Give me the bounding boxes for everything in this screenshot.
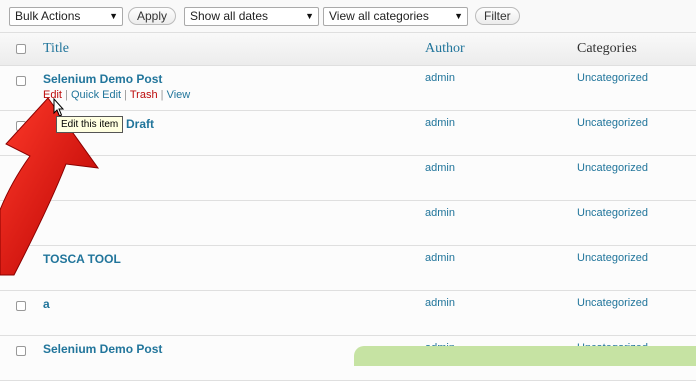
post-title-link[interactable]: Selenium Demo Post [43, 72, 162, 86]
author-link[interactable]: admin [425, 162, 455, 174]
date-filter-select[interactable]: Show all dates ▼ [184, 7, 319, 26]
view-link[interactable]: View [167, 89, 191, 101]
column-author-header[interactable]: Author [425, 41, 465, 57]
filter-button[interactable]: Filter [475, 7, 520, 25]
category-link[interactable]: Uncategorized [577, 72, 648, 84]
row-checkbox[interactable] [16, 76, 26, 86]
apply-button[interactable]: Apply [128, 7, 177, 25]
tooltip: Edit this item [56, 116, 124, 133]
post-title-link[interactable]: a [43, 297, 50, 311]
author-link[interactable]: admin [425, 117, 455, 129]
table-header: Title Author Categories [0, 33, 696, 66]
author-link[interactable]: admin [425, 297, 455, 309]
mouse-pointer-icon [53, 98, 65, 117]
banner-overlay [354, 346, 696, 366]
date-filter-value: Show all dates [190, 9, 269, 23]
chevron-down-icon: ▼ [305, 11, 314, 21]
row-checkbox[interactable] [16, 301, 26, 311]
post-title-link[interactable]: Selenium Demo Post [43, 342, 162, 356]
table-row: a admin Uncategorized [0, 291, 696, 336]
category-link[interactable]: Uncategorized [577, 207, 648, 219]
category-link[interactable]: Uncategorized [577, 252, 648, 264]
select-all-checkbox[interactable] [16, 44, 26, 54]
author-link[interactable]: admin [425, 252, 455, 264]
chevron-down-icon: ▼ [454, 11, 463, 21]
category-link[interactable]: Uncategorized [577, 117, 648, 129]
category-filter-select[interactable]: View all categories ▼ [323, 7, 468, 26]
column-categories-header: Categories [577, 41, 637, 56]
category-filter-value: View all categories [329, 9, 429, 23]
post-title-link[interactable]: Draft [126, 117, 154, 131]
trash-link[interactable]: Trash [130, 89, 158, 101]
category-link[interactable]: Uncategorized [577, 297, 648, 309]
chevron-down-icon: ▼ [109, 11, 118, 21]
column-title-header[interactable]: Title [43, 41, 69, 57]
bulk-actions-value: Bulk Actions [15, 9, 81, 23]
author-link[interactable]: admin [425, 207, 455, 219]
author-link[interactable]: admin [425, 72, 455, 84]
tablenav-toolbar: Bulk Actions ▼ Apply Show all dates ▼ Vi… [0, 0, 696, 32]
category-link[interactable]: Uncategorized [577, 162, 648, 174]
bulk-actions-select[interactable]: Bulk Actions ▼ [9, 7, 123, 26]
